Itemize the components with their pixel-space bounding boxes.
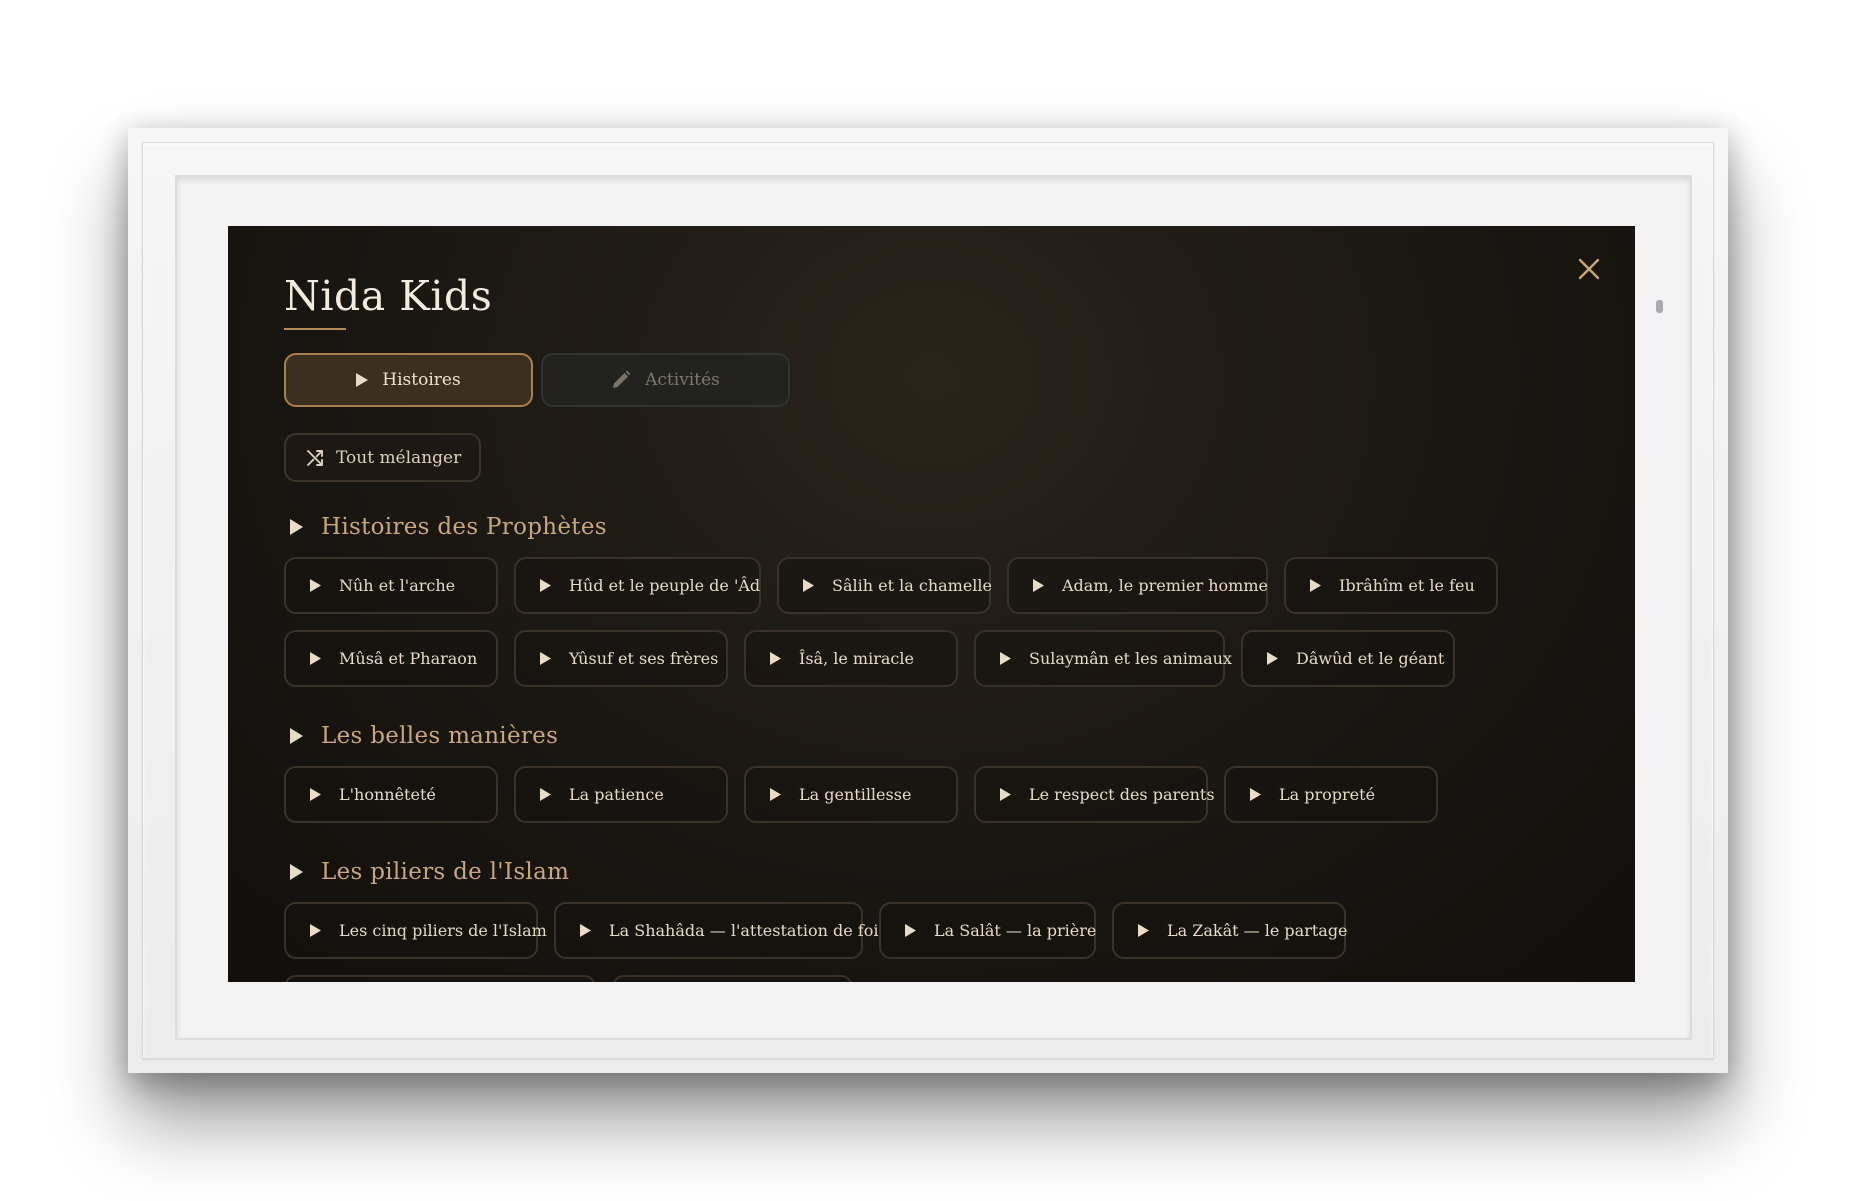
story-chip[interactable]: Yûsuf et ses frères	[514, 630, 728, 687]
section-header-piliers-islam[interactable]: Les piliers de l'Islam	[290, 857, 569, 887]
story-chip-partial[interactable]	[612, 975, 853, 982]
story-chip[interactable]: L'honnêteté	[284, 766, 498, 823]
story-chip-label: Sulaymân et les animaux	[1029, 649, 1232, 668]
play-icon	[540, 788, 551, 801]
story-chip-label: Adam, le premier homme	[1062, 576, 1268, 595]
section-header-histoires-prophetes[interactable]: Histoires des Prophètes	[290, 512, 607, 542]
story-chip[interactable]: Sâlih et la chamelle	[777, 557, 992, 614]
section-header-belles-manieres[interactable]: Les belles manières	[290, 721, 558, 751]
title-underline	[284, 328, 346, 330]
close-button[interactable]	[1572, 252, 1606, 286]
play-icon	[1267, 652, 1278, 665]
play-icon	[580, 924, 591, 937]
play-icon	[803, 579, 814, 592]
play-icon	[540, 652, 551, 665]
play-icon	[1250, 788, 1261, 801]
shuffle-all-button[interactable]: Tout mélanger	[284, 433, 482, 482]
story-chip[interactable]: La Salât — la prière	[879, 902, 1096, 959]
story-chip-label: Ibrâhîm et le feu	[1339, 576, 1475, 595]
section-title: Les piliers de l'Islam	[321, 859, 570, 885]
play-icon	[905, 924, 916, 937]
story-chip[interactable]: La patience	[514, 766, 728, 823]
play-icon	[770, 652, 781, 665]
play-icon	[540, 579, 551, 592]
story-chip[interactable]: Sulaymân et les animaux	[974, 630, 1232, 687]
play-icon	[1000, 652, 1011, 665]
story-chip[interactable]: Mûsâ et Pharaon	[284, 630, 498, 687]
story-chip[interactable]: La Shahâda — l'attestation de foi	[554, 902, 878, 959]
section-title: Histoires des Prophètes	[321, 514, 607, 540]
story-chip-partial[interactable]	[284, 975, 596, 982]
play-icon	[1138, 924, 1149, 937]
story-chip-label: Les cinq piliers de l'Islam	[339, 921, 547, 940]
story-chip[interactable]: Adam, le premier homme	[1007, 557, 1268, 614]
tab-activites[interactable]: Activités	[541, 353, 790, 407]
play-icon	[356, 373, 369, 387]
story-chip-label: Îsâ, le miracle	[799, 649, 914, 668]
caret-right-icon	[290, 728, 303, 744]
story-chip[interactable]: Les cinq piliers de l'Islam	[284, 902, 547, 959]
story-chip-label: La Shahâda — l'attestation de foi	[609, 921, 879, 940]
tab-histoires-label: Histoires	[382, 370, 461, 390]
story-chip[interactable]: Le respect des parents	[974, 766, 1215, 823]
story-chip-label: Dâwûd et le géant	[1296, 649, 1445, 668]
story-chip-label: Mûsâ et Pharaon	[339, 649, 478, 668]
story-chip[interactable]: Dâwûd et le géant	[1241, 630, 1455, 687]
play-icon	[310, 788, 321, 801]
story-chip-label: Nûh et l'arche	[339, 576, 456, 595]
story-chip-label: La patience	[569, 785, 664, 804]
play-icon	[310, 652, 321, 665]
tab-histoires[interactable]: Histoires	[284, 353, 533, 407]
story-chip-label: Le respect des parents	[1029, 785, 1215, 804]
tab-activites-label: Activités	[645, 370, 720, 390]
section-title: Les belles manières	[321, 723, 559, 749]
story-chip[interactable]: Nûh et l'arche	[284, 557, 498, 614]
play-icon	[1033, 579, 1044, 592]
story-chip-label: La Salât — la prière	[934, 921, 1097, 940]
close-icon	[1578, 258, 1600, 280]
story-chip[interactable]: La propreté	[1224, 766, 1438, 823]
story-chip[interactable]: Ibrâhîm et le feu	[1284, 557, 1498, 614]
story-chip[interactable]: La Zakât — le partage	[1112, 902, 1348, 959]
story-chip-label: L'honnêteté	[339, 785, 436, 804]
play-icon	[310, 924, 321, 937]
story-chip-label: La Zakât — le partage	[1167, 921, 1348, 940]
story-chip-label: Sâlih et la chamelle	[832, 576, 992, 595]
play-icon	[1310, 579, 1321, 592]
story-chip-label: La propreté	[1279, 785, 1376, 804]
story-chip[interactable]: Hûd et le peuple de 'Âd	[514, 557, 761, 614]
play-icon	[1000, 788, 1011, 801]
caret-right-icon	[290, 519, 303, 535]
frame-side-handle	[1656, 300, 1663, 313]
story-chip-label: La gentillesse	[799, 785, 912, 804]
story-chip-label: Yûsuf et ses frères	[569, 649, 719, 668]
story-chip-label: Hûd et le peuple de 'Âd	[569, 576, 761, 595]
caret-right-icon	[290, 864, 303, 880]
app-title: Nida Kids	[284, 272, 493, 320]
story-chip[interactable]: Îsâ, le miracle	[744, 630, 958, 687]
pencil-icon	[613, 370, 631, 388]
story-chip[interactable]: La gentillesse	[744, 766, 958, 823]
play-icon	[770, 788, 781, 801]
shuffle-all-label: Tout mélanger	[336, 447, 462, 468]
shuffle-icon	[307, 449, 323, 466]
play-icon	[310, 579, 321, 592]
app-screen: Nida Kids Histoires Activités Tout mélan…	[228, 226, 1635, 982]
